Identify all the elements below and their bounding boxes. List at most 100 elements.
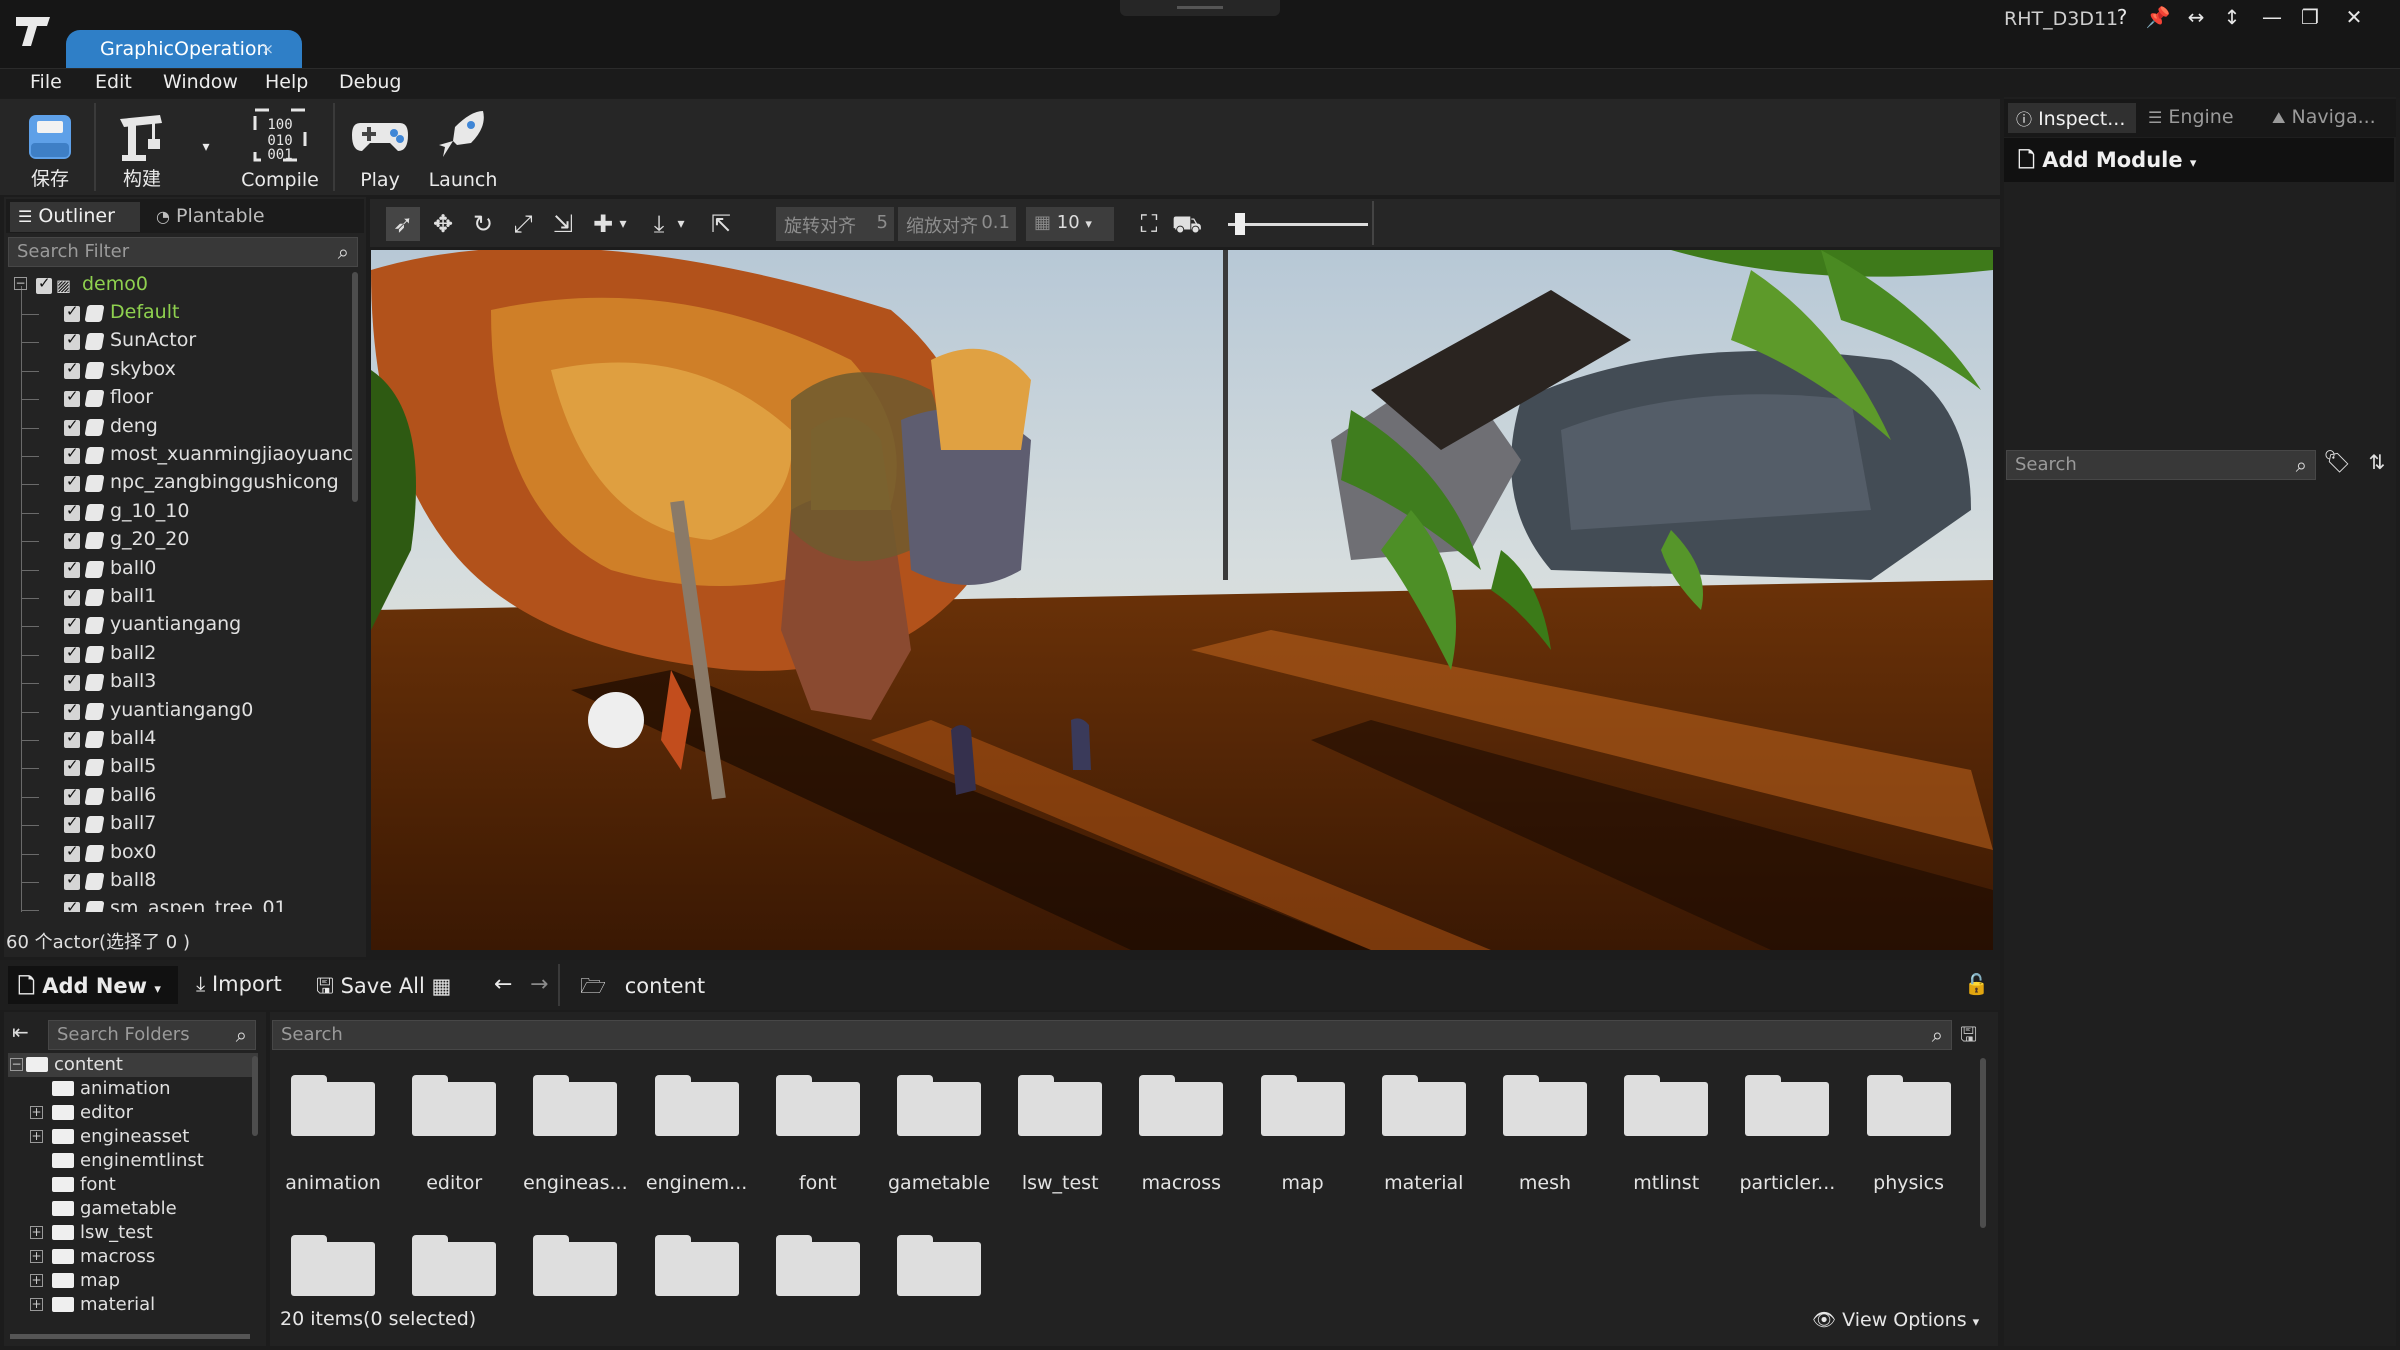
- grid-snap-field[interactable]: ▦ 10 ▾: [1026, 207, 1114, 241]
- camera-speed-icon[interactable]: ⛟: [1170, 207, 1204, 241]
- folder-tree-toggle-icon[interactable]: ⇤: [12, 1020, 36, 1050]
- camera-speed-thumb[interactable]: [1235, 213, 1245, 235]
- visibility-checkbox[interactable]: [64, 444, 80, 464]
- visibility-checkbox[interactable]: [64, 671, 80, 692]
- expand-icon[interactable]: +: [30, 1106, 43, 1119]
- back-arrow-icon[interactable]: ←: [484, 966, 514, 1004]
- asset-folder-tile[interactable]: font: [765, 1058, 885, 1208]
- local-space-icon[interactable]: ⇱: [704, 207, 738, 241]
- asset-folder-tile[interactable]: enginem...: [644, 1058, 764, 1208]
- visibility-checkbox[interactable]: [64, 302, 80, 322]
- outliner-search-input[interactable]: Search Filter ⌕: [8, 237, 358, 267]
- visibility-checkbox[interactable]: [64, 614, 80, 635]
- folder-tree-root[interactable]: − content: [8, 1053, 258, 1077]
- visibility-checkbox[interactable]: [64, 416, 80, 436]
- visibility-checkbox[interactable]: [64, 728, 80, 748]
- visibility-checkbox[interactable]: [64, 501, 80, 521]
- visibility-checkbox[interactable]: [64, 330, 80, 351]
- visibility-checkbox[interactable]: [64, 870, 80, 890]
- asset-folder-tile[interactable]: [644, 1218, 764, 1298]
- visibility-checkbox[interactable]: [64, 529, 80, 550]
- folder-tree-item[interactable]: font: [8, 1173, 258, 1197]
- expand-icon[interactable]: +: [30, 1298, 43, 1311]
- lock-icon[interactable]: 🔓: [1954, 966, 1990, 1004]
- folder-tree-item[interactable]: + macross: [8, 1245, 258, 1269]
- folder-tree-hscrollbar[interactable]: [10, 1334, 250, 1339]
- pin-icon[interactable]: 📌: [2140, 4, 2176, 30]
- visibility-checkbox[interactable]: [64, 586, 80, 606]
- camera-speed-track[interactable]: [1228, 223, 1368, 226]
- select-tool-icon[interactable]: ➶: [386, 207, 420, 241]
- close-window-button[interactable]: ✕: [2336, 4, 2372, 30]
- asset-folder-tile[interactable]: editor: [401, 1058, 521, 1208]
- collapse-icon[interactable]: −: [10, 1058, 23, 1071]
- folder-tree-item[interactable]: animation: [8, 1077, 258, 1101]
- maximize-viewport-icon[interactable]: ⛶: [1132, 207, 1166, 241]
- folder-tree-item[interactable]: + engineasset: [8, 1125, 258, 1149]
- tab-plantable[interactable]: ◔ Plantable: [148, 202, 288, 232]
- surface-snap-dropdown-icon[interactable]: ▾: [672, 207, 690, 241]
- visibility-checkbox[interactable]: [64, 700, 80, 720]
- build-dropdown-icon[interactable]: ▾: [196, 105, 216, 191]
- scene-viewport[interactable]: [371, 250, 1993, 950]
- help-icon[interactable]: ?: [2104, 4, 2140, 30]
- expand-icon[interactable]: +: [30, 1226, 43, 1239]
- folder-tree-item[interactable]: enginemtlinst: [8, 1149, 258, 1173]
- asset-folder-tile[interactable]: lsw_test: [1007, 1058, 1127, 1208]
- asset-folder-tile[interactable]: [886, 1218, 1006, 1298]
- surface-snap-icon[interactable]: ⤓: [642, 207, 676, 241]
- expand-icon[interactable]: +: [30, 1274, 43, 1287]
- save-button[interactable]: 保存: [18, 105, 82, 191]
- menu-help[interactable]: Help: [265, 71, 308, 93]
- drag-handle[interactable]: [1120, 0, 1280, 16]
- visibility-checkbox[interactable]: [64, 898, 80, 912]
- move-tool-icon[interactable]: ✥: [426, 207, 460, 241]
- asset-grid-scrollbar[interactable]: [1980, 1058, 1986, 1228]
- visibility-checkbox[interactable]: [64, 643, 80, 663]
- rotate-snap-field[interactable]: 旋转对齐 5: [776, 207, 894, 241]
- asset-search-input[interactable]: Search ⌕: [272, 1020, 1952, 1050]
- folder-tree-scrollbar[interactable]: [252, 1056, 258, 1136]
- collapse-icon[interactable]: −: [14, 277, 27, 290]
- rotate-tool-icon[interactable]: ↻: [466, 207, 500, 241]
- asset-folder-tile[interactable]: animation: [280, 1058, 400, 1208]
- visibility-checkbox[interactable]: [64, 756, 80, 777]
- asset-folder-tile[interactable]: mesh: [1492, 1058, 1612, 1208]
- snap-tool-icon[interactable]: ⇲: [546, 207, 580, 241]
- play-button[interactable]: Play: [344, 105, 416, 191]
- asset-folder-tile[interactable]: gametable: [886, 1058, 1006, 1208]
- asset-folder-tile[interactable]: engineas...: [522, 1058, 642, 1208]
- visibility-checkbox[interactable]: [64, 813, 80, 834]
- folder-search-input[interactable]: Search Folders ⌕: [48, 1020, 256, 1050]
- folder-tree-item[interactable]: + map: [8, 1269, 258, 1293]
- visibility-checkbox[interactable]: [64, 785, 80, 805]
- expand-vertical-icon[interactable]: ↕: [2214, 4, 2250, 30]
- import-button[interactable]: ⤓ Import: [186, 966, 298, 1004]
- asset-folder-tile[interactable]: map: [1250, 1058, 1370, 1208]
- tab-navigation[interactable]: ⛰ Naviga...: [2264, 103, 2394, 133]
- expand-icon[interactable]: +: [30, 1250, 43, 1263]
- launch-button[interactable]: Launch: [424, 105, 502, 191]
- save-all-button[interactable]: 🖫 Save All ▦: [306, 966, 466, 1004]
- build-button[interactable]: 构建: [104, 105, 180, 191]
- asset-folder-tile[interactable]: mtlinst: [1613, 1058, 1733, 1208]
- visibility-checkbox[interactable]: [64, 558, 80, 578]
- scale-tool-icon[interactable]: ⤢: [506, 207, 540, 241]
- inspector-search-input[interactable]: Search ⌕: [2006, 450, 2316, 480]
- folder-tree-item[interactable]: + material: [8, 1293, 258, 1317]
- asset-folder-tile[interactable]: macross: [1128, 1058, 1248, 1208]
- document-tab[interactable]: GraphicOperation ×: [66, 30, 302, 68]
- visibility-checkbox[interactable]: [64, 842, 80, 862]
- tag-filter-icon[interactable]: 🏷: [2320, 450, 2354, 480]
- menu-edit[interactable]: Edit: [95, 71, 132, 93]
- forward-arrow-icon[interactable]: →: [520, 966, 550, 1004]
- asset-folder-tile[interactable]: [522, 1218, 642, 1298]
- save-search-icon[interactable]: 🖫: [1960, 1020, 1990, 1050]
- expand-icon[interactable]: +: [30, 1130, 43, 1143]
- asset-folder-tile[interactable]: material: [1371, 1058, 1491, 1208]
- menu-file[interactable]: File: [30, 71, 62, 93]
- pivot-dropdown-icon[interactable]: ▾: [614, 207, 632, 241]
- asset-folder-tile[interactable]: particler...: [1734, 1058, 1854, 1208]
- menu-debug[interactable]: Debug: [339, 71, 401, 93]
- tab-engine[interactable]: ☰ Engine: [2140, 103, 2260, 133]
